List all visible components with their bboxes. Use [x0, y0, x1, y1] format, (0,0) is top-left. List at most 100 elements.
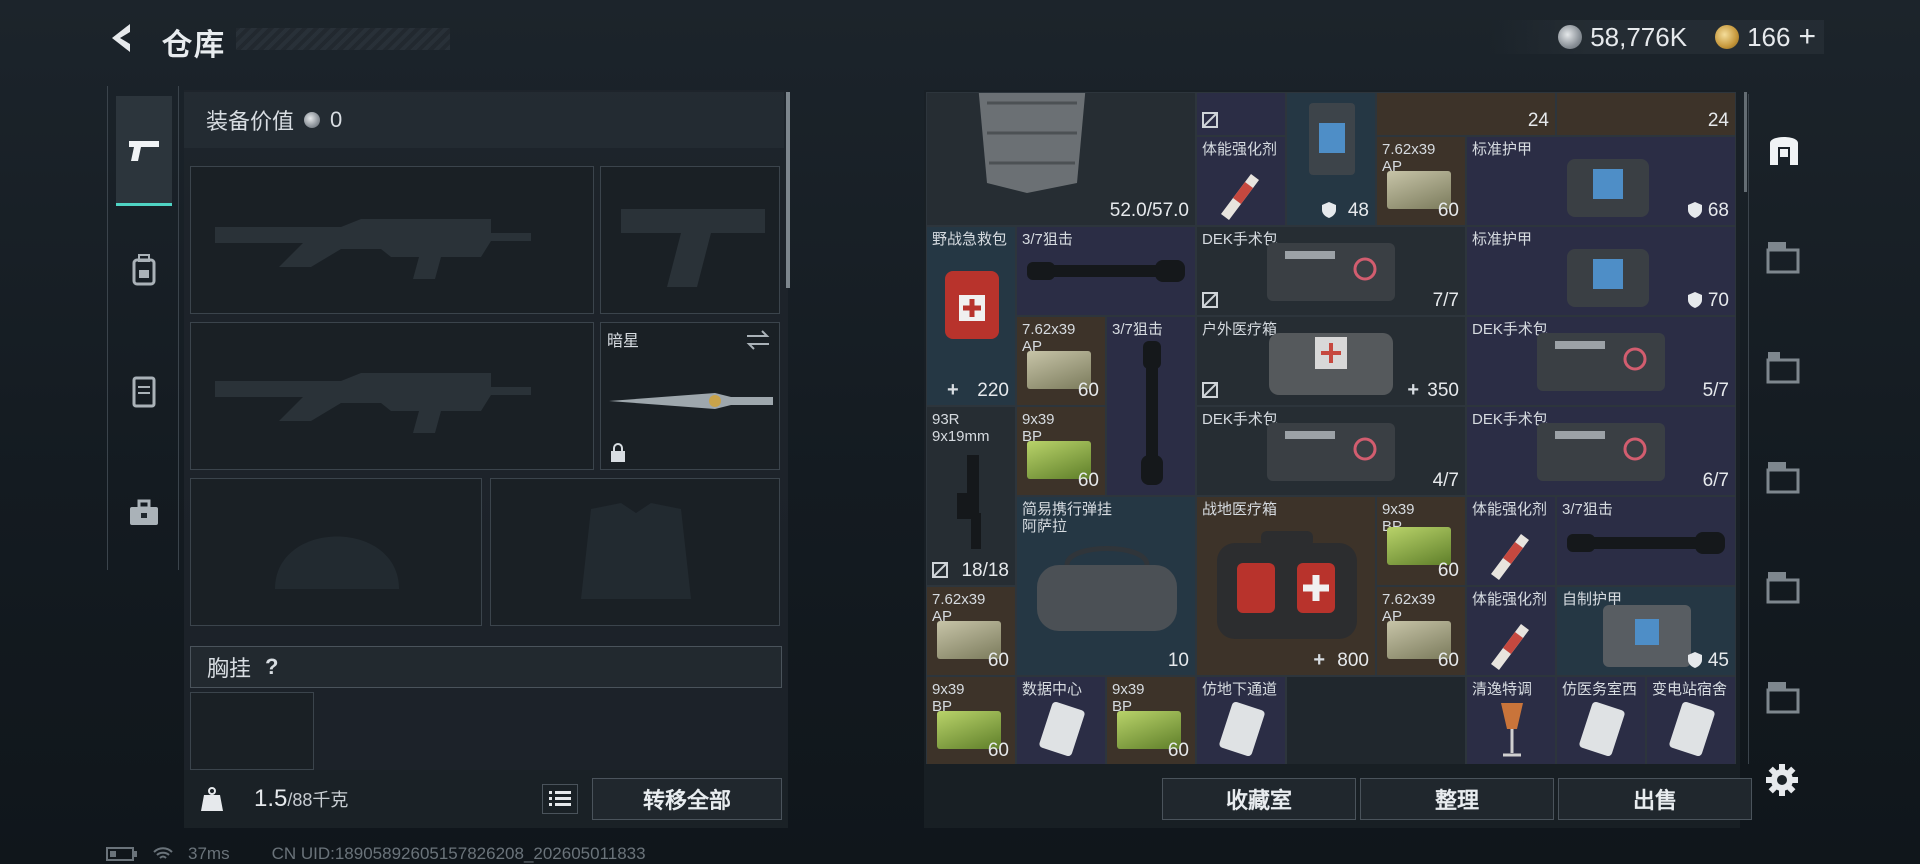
inventory-item-ammo[interactable]: 7.62x39 AP 60: [1016, 316, 1106, 406]
melee-slot[interactable]: 暗星: [600, 322, 780, 470]
chest-rig-slot[interactable]: [190, 692, 314, 770]
inventory-item-stim[interactable]: 体能强化剂: [1466, 586, 1556, 676]
inventory-item-first-aid[interactable]: 野战急救包 220 +: [926, 226, 1016, 406]
equipment-scrollbar[interactable]: [786, 92, 790, 288]
gti-case-icon: [1766, 242, 1800, 274]
inventory-item-ammo[interactable]: 9x39 BP 60: [1106, 676, 1196, 764]
tab-toolbox[interactable]: [116, 458, 172, 568]
inventory-item-keycard[interactable]: 变电站宿舍: [1646, 676, 1736, 764]
storage-tabs: [1748, 94, 1816, 764]
item-name: 仿医务室西: [1562, 681, 1638, 698]
item-ammo-count: 18/18: [961, 560, 1009, 581]
inventory-item[interactable]: 24: [1556, 92, 1736, 136]
list-view-button[interactable]: [542, 784, 578, 814]
inventory-item-ammo[interactable]: 9x39 BP 60: [1016, 406, 1106, 496]
inventory-item-scope[interactable]: 3/7狙击: [1016, 226, 1196, 316]
inventory-scrollbar[interactable]: [1744, 92, 1747, 192]
inventory-item-stim[interactable]: 体能强化剂: [1466, 496, 1556, 586]
swap-icon[interactable]: [745, 329, 771, 351]
status-bar: 37ms CN UID:18905892605157826208_2026050…: [106, 844, 646, 864]
inventory-item-armor[interactable]: 自制护甲 45: [1556, 586, 1736, 676]
vest-icon: [978, 93, 1086, 193]
empty-slot[interactable]: [1286, 676, 1466, 764]
inventory-item-chest-rig[interactable]: 简易携行弹挂 阿萨拉 10: [1016, 496, 1196, 676]
tab-storage-case-4[interactable]: [1757, 534, 1811, 644]
inventory-item[interactable]: 24: [1376, 92, 1556, 136]
inventory-item-ammo[interactable]: 7.62x39 AP 60: [926, 586, 1016, 676]
tab-armor[interactable]: [116, 336, 172, 446]
inventory-item-keycard[interactable]: 仿地下通道: [1196, 676, 1286, 764]
sell-button[interactable]: 出售: [1558, 778, 1752, 820]
item-count: 24: [1707, 110, 1729, 131]
tab-storage-case-1[interactable]: [1757, 204, 1811, 314]
tab-storage-case-2[interactable]: [1757, 314, 1811, 424]
item-name: 体能强化剂: [1472, 501, 1548, 518]
vault-icon: [1770, 137, 1798, 165]
equipment-value-label: 装备价值: [206, 109, 295, 134]
tab-storage-case-5[interactable]: [1757, 644, 1811, 754]
item-name: 战地医疗箱: [1202, 501, 1278, 518]
tab-backpack[interactable]: [116, 216, 172, 326]
item-uses: 6/7: [1702, 470, 1729, 491]
inventory-item-ammo[interactable]: 9x39 BP 60: [1376, 496, 1466, 586]
item-name: 变电站宿舍: [1652, 681, 1728, 698]
inventory-item-surgery-kit[interactable]: DEK手术包 6/7: [1466, 406, 1736, 496]
inventory-item-armor-plate[interactable]: 48: [1286, 92, 1376, 226]
tab-main-storage[interactable]: [1757, 94, 1811, 204]
item-count: 60: [987, 740, 1009, 761]
transfer-all-button[interactable]: 转移全部: [592, 778, 782, 820]
inventory-item[interactable]: [1196, 92, 1286, 136]
sort-button[interactable]: 整理: [1360, 778, 1554, 820]
help-button[interactable]: ?: [265, 654, 278, 680]
battery-icon: [106, 847, 137, 861]
inventory-item-ammo[interactable]: 7.62x39 AP 60: [1376, 586, 1466, 676]
keycard-icon: [1039, 701, 1085, 757]
inventory-item-pistol[interactable]: 93R 9x19mm 18/18: [926, 406, 1016, 586]
inventory-item-field-medkit[interactable]: 战地医疗箱 + 800: [1196, 496, 1376, 676]
add-currency-button[interactable]: +: [1798, 20, 1816, 54]
inventory-item-ammo[interactable]: 7.62x39 AP 60: [1376, 136, 1466, 226]
item-count: 60: [987, 650, 1009, 671]
body-armor-slot[interactable]: [490, 478, 780, 626]
inventory-item-ammo[interactable]: 9x39 BP 60: [926, 676, 1016, 764]
rifle-silhouette-icon: [215, 219, 531, 279]
settings-gear-icon[interactable]: [1764, 762, 1800, 798]
heal-icon: +: [947, 379, 959, 401]
primary-weapon-slot[interactable]: [190, 166, 594, 314]
weight-icon: [201, 787, 223, 811]
inventory-item-keycard[interactable]: 仿医务室西: [1556, 676, 1646, 764]
item-name: 7.62x39 AP: [1022, 321, 1076, 355]
secondary-weapon-slot[interactable]: [190, 322, 594, 470]
no-container-icon: [1202, 292, 1218, 308]
inventory-item-keycard[interactable]: 数据中心: [1016, 676, 1106, 764]
item-count: 60: [1437, 560, 1459, 581]
item-durability: 52.0/57.0: [1109, 200, 1189, 221]
armor-bag-icon: [1567, 159, 1649, 217]
cocktail-glass-icon: [1501, 703, 1523, 757]
helmet-slot[interactable]: [190, 478, 482, 626]
inventory-item-surgery-kit[interactable]: DEK手术包 4/7: [1196, 406, 1466, 496]
medbag-icon: [1269, 333, 1393, 395]
item-count: 60: [1077, 470, 1099, 491]
pistol-slot[interactable]: [600, 166, 780, 314]
melee-name: 暗星: [607, 333, 640, 350]
inventory-item-armor[interactable]: 标准护甲 68: [1466, 136, 1736, 226]
surgery-kit-icon: [1537, 423, 1665, 481]
collection-room-button[interactable]: 收藏室: [1162, 778, 1356, 820]
inventory-item-surgery-kit[interactable]: DEK手术包 5/7: [1466, 316, 1736, 406]
inventory-item-stim[interactable]: 体能强化剂: [1196, 136, 1286, 226]
inventory-item-vest[interactable]: 52.0/57.0: [926, 92, 1196, 226]
inventory-item-armor[interactable]: 标准护甲 70: [1466, 226, 1736, 316]
item-uses: 7/7: [1432, 290, 1459, 311]
inventory-item-drink[interactable]: 清逸特调: [1466, 676, 1556, 764]
back-chevron-icon[interactable]: [104, 20, 140, 56]
inventory-item-surgery-kit[interactable]: DEK手术包 7/7: [1196, 226, 1466, 316]
inventory-item-scope[interactable]: 3/7狙击: [1556, 496, 1736, 586]
inventory-item-outdoor-medkit[interactable]: 户外医疗箱 + 350: [1196, 316, 1466, 406]
item-name: 93R 9x19mm: [932, 411, 990, 445]
surgery-kit-icon: [1537, 333, 1665, 391]
tab-storage-case-3[interactable]: [1757, 424, 1811, 534]
inventory-item-scope-vertical[interactable]: 3/7狙击: [1106, 316, 1196, 496]
item-heal-value: 800: [1337, 650, 1369, 671]
tab-weapons[interactable]: [116, 96, 172, 206]
